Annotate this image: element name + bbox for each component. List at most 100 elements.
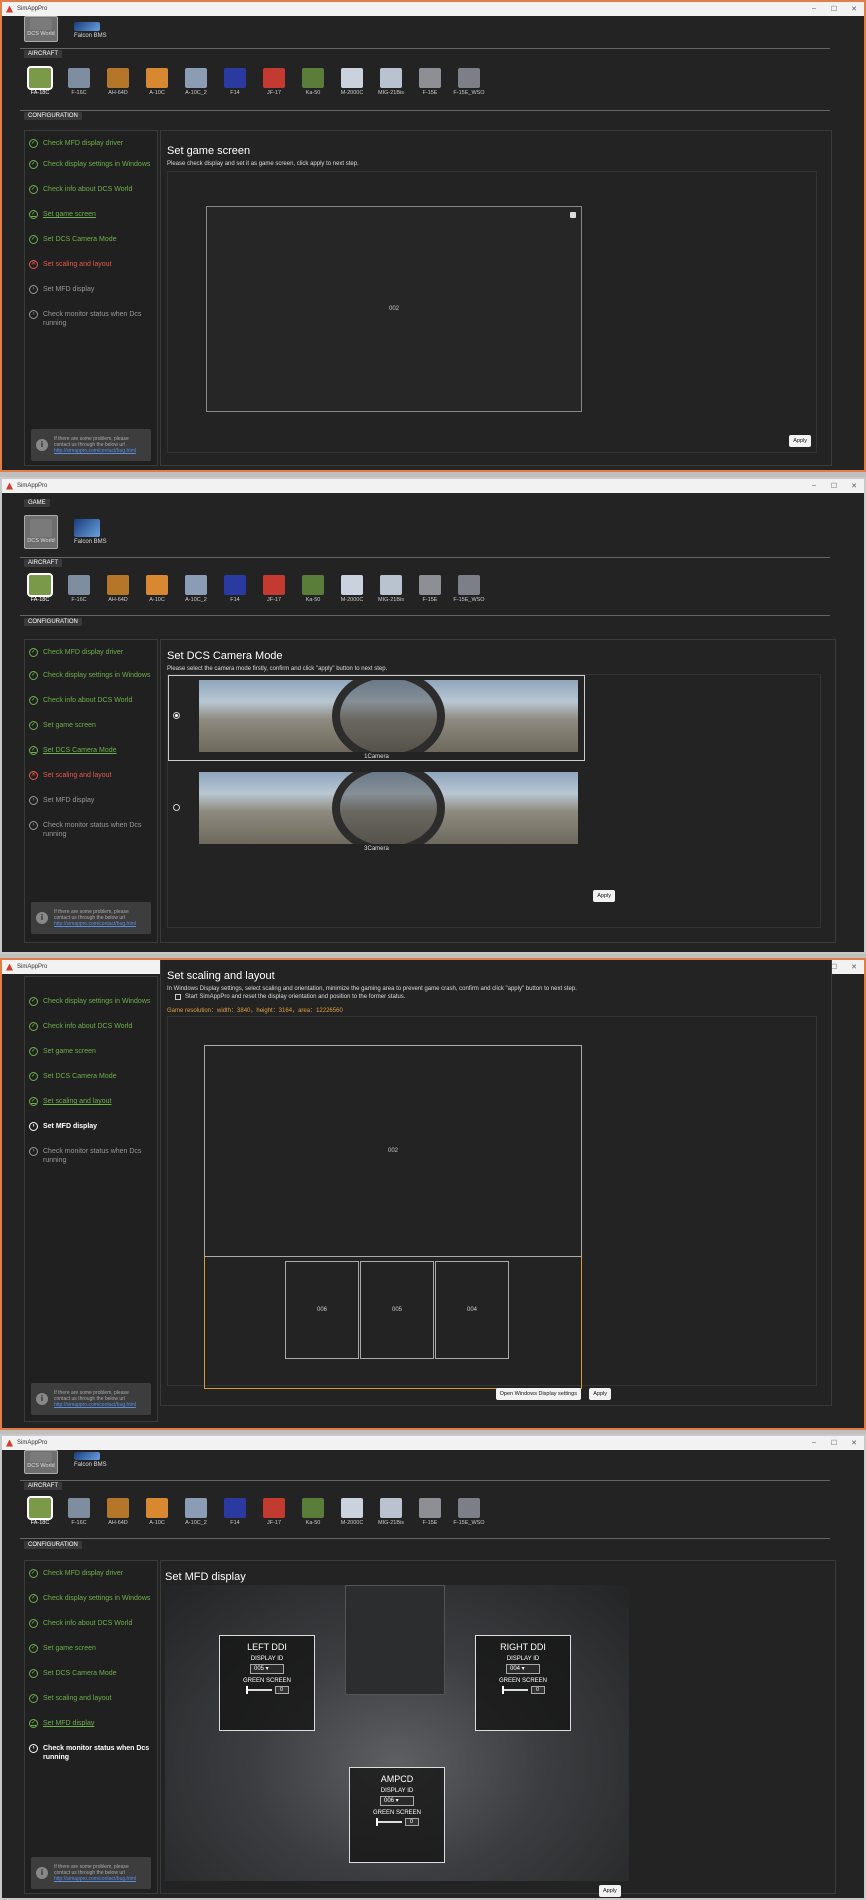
display-005[interactable]: 005 — [360, 1261, 434, 1359]
step-8[interactable]: › Check monitor status when Dcs running — [25, 1147, 157, 1165]
apply-button[interactable]: Apply — [789, 435, 811, 447]
step-7[interactable]: › Set MFD display — [25, 1122, 157, 1131]
aircraft-ah-64d[interactable]: AH-64D — [102, 1498, 134, 1526]
display-002[interactable]: 002 — [204, 1045, 582, 1257]
ampcd-display-select[interactable]: 006 ▾ — [380, 1796, 414, 1806]
aircraft-ka-50[interactable]: Ka-50 — [297, 575, 329, 603]
aircraft-fa-18c[interactable]: FA-18C — [24, 66, 56, 96]
step-6[interactable]: ✕ Set scaling and layout — [25, 771, 157, 780]
aircraft-a-10c-2[interactable]: A-10C_2 — [180, 68, 212, 96]
step-2[interactable]: ✓ Check display settings in Windows — [25, 1594, 157, 1603]
aircraft-a-10c-2[interactable]: A-10C_2 — [180, 575, 212, 603]
aircraft-f-15e[interactable]: F-15E — [414, 575, 446, 603]
aircraft-jf-17[interactable]: JF-17 — [258, 68, 290, 96]
aircraft-m-2000c[interactable]: M-2000C — [336, 575, 368, 603]
aircraft-f14[interactable]: F14 — [219, 575, 251, 603]
game-screen-checkbox[interactable] — [570, 212, 576, 218]
step-4[interactable]: ✓ Set game screen — [25, 210, 157, 219]
aircraft-jf-17[interactable]: JF-17 — [258, 575, 290, 603]
camera-option-3[interactable]: 3Camera — [168, 767, 585, 853]
step-5[interactable]: ✓ Set DCS Camera Mode — [25, 1072, 157, 1081]
aircraft-a-10c-2[interactable]: A-10C_2 — [180, 1498, 212, 1526]
camera-3-radio[interactable] — [173, 804, 180, 811]
game-falcon-bms[interactable]: Falcon BMS — [74, 1452, 107, 1468]
step-6[interactable]: ✕ Set scaling and layout — [25, 260, 157, 269]
step-8[interactable]: › Check monitor status when Dcs running — [25, 821, 157, 839]
step-8[interactable]: › Check monitor status when Dcs running — [25, 1744, 157, 1762]
aircraft-m-2000c[interactable]: M-2000C — [336, 68, 368, 96]
camera-option-1[interactable]: 1Camera — [168, 675, 585, 761]
ampcd-green-slider[interactable] — [375, 1818, 402, 1826]
maximize-button[interactable]: ☐ — [824, 482, 844, 490]
step-7[interactable]: › Set MFD display — [25, 285, 157, 294]
left-ddi-green-slider[interactable] — [245, 1686, 272, 1694]
step-2[interactable]: ✓ Check display settings in Windows — [25, 997, 157, 1006]
right-ddi-green-slider[interactable] — [501, 1686, 528, 1694]
aircraft-f-15e[interactable]: F-15E — [414, 1498, 446, 1526]
apply-button[interactable]: Apply — [593, 890, 615, 902]
step-1[interactable]: ✓ Check MFD display driver — [25, 1569, 157, 1578]
step-5[interactable]: ✓ Set DCS Camera Mode — [25, 1669, 157, 1678]
aircraft-mig-21bis[interactable]: MIG-21Bis — [375, 1498, 407, 1526]
step-2[interactable]: ✓ Check display settings in Windows — [25, 160, 157, 169]
close-button[interactable]: ✕ — [844, 963, 864, 971]
maximize-button[interactable]: ☐ — [824, 1439, 844, 1447]
step-3[interactable]: ✓ Check info about DCS World — [25, 1619, 157, 1628]
step-1[interactable]: ✓ Check MFD display driver — [25, 139, 157, 148]
step-6[interactable]: ✓ Set scaling and layout — [25, 1694, 157, 1703]
game-falcon-bms[interactable]: Falcon BMS — [74, 519, 107, 545]
restore-checkbox[interactable] — [175, 994, 181, 1000]
aircraft-f-16c[interactable]: F-16C — [63, 1498, 95, 1526]
right-ddi-green-value[interactable]: 0 — [530, 1686, 545, 1694]
aircraft-fa-18c[interactable]: FA-18C — [24, 573, 56, 603]
help-link[interactable]: http://simappro.com/contact/bug.html — [54, 921, 136, 927]
aircraft-f-16c[interactable]: F-16C — [63, 68, 95, 96]
minimize-button[interactable]: – — [804, 1439, 824, 1447]
step-7[interactable]: › Set MFD display — [25, 796, 157, 805]
aircraft-ka-50[interactable]: Ka-50 — [297, 68, 329, 96]
help-link[interactable]: http://simappro.com/contact/bug.html — [54, 1876, 136, 1882]
game-dcs-world[interactable]: DCS World — [24, 1450, 58, 1474]
camera-1-radio[interactable] — [173, 712, 180, 719]
aircraft-fa-18c[interactable]: FA-18C — [24, 1496, 56, 1526]
apply-button[interactable]: Apply — [599, 1885, 621, 1897]
step-4[interactable]: ✓ Set game screen — [25, 1644, 157, 1653]
left-ddi-display-select[interactable]: 005 ▾ — [250, 1664, 284, 1674]
step-5[interactable]: ✓ Set DCS Camera Mode — [25, 746, 157, 755]
display-004[interactable]: 004 — [435, 1261, 509, 1359]
aircraft-f14[interactable]: F14 — [219, 1498, 251, 1526]
step-5[interactable]: ✓ Set DCS Camera Mode — [25, 235, 157, 244]
aircraft-ah-64d[interactable]: AH-64D — [102, 575, 134, 603]
step-6[interactable]: ✓ Set scaling and layout — [25, 1097, 157, 1106]
aircraft-f-15e-wso[interactable]: F-15E_WSO — [453, 1498, 485, 1526]
aircraft-ka-50[interactable]: Ka-50 — [297, 1498, 329, 1526]
close-button[interactable]: ✕ — [844, 1439, 864, 1447]
maximize-button[interactable]: ☐ — [824, 5, 844, 13]
help-link[interactable]: http://simappro.com/contact/bug.html — [54, 1402, 136, 1408]
restore-option[interactable]: Start SimAppPro and reset the display or… — [175, 994, 405, 1000]
display-002[interactable]: 002 — [206, 206, 582, 412]
aircraft-a-10c[interactable]: A-10C — [141, 575, 173, 603]
aircraft-mig-21bis[interactable]: MIG-21Bis — [375, 575, 407, 603]
step-1[interactable]: ✓ Check MFD display driver — [25, 648, 157, 657]
aircraft-f-15e-wso[interactable]: F-15E_WSO — [453, 68, 485, 96]
game-dcs-world[interactable]: DCS World — [24, 16, 58, 42]
aircraft-m-2000c[interactable]: M-2000C — [336, 1498, 368, 1526]
step-3[interactable]: ✓ Check info about DCS World — [25, 185, 157, 194]
help-link[interactable]: http://simappro.com/contact/bug.html — [54, 448, 136, 454]
minimize-button[interactable]: – — [804, 482, 824, 490]
aircraft-f-15e-wso[interactable]: F-15E_WSO — [453, 575, 485, 603]
apply-button[interactable]: Apply — [589, 1388, 611, 1400]
aircraft-f14[interactable]: F14 — [219, 68, 251, 96]
step-2[interactable]: ✓ Check display settings in Windows — [25, 671, 157, 680]
right-ddi-display-select[interactable]: 004 ▾ — [506, 1664, 540, 1674]
close-button[interactable]: ✕ — [844, 482, 864, 490]
aircraft-jf-17[interactable]: JF-17 — [258, 1498, 290, 1526]
close-button[interactable]: ✕ — [844, 5, 864, 13]
display-006[interactable]: 006 — [285, 1261, 359, 1359]
step-4[interactable]: ✓ Set game screen — [25, 1047, 157, 1056]
open-display-settings-button[interactable]: Open Windows Display settings — [495, 1388, 581, 1400]
step-3[interactable]: ✓ Check info about DCS World — [25, 696, 157, 705]
step-3[interactable]: ✓ Check info about DCS World — [25, 1022, 157, 1031]
aircraft-f-16c[interactable]: F-16C — [63, 575, 95, 603]
